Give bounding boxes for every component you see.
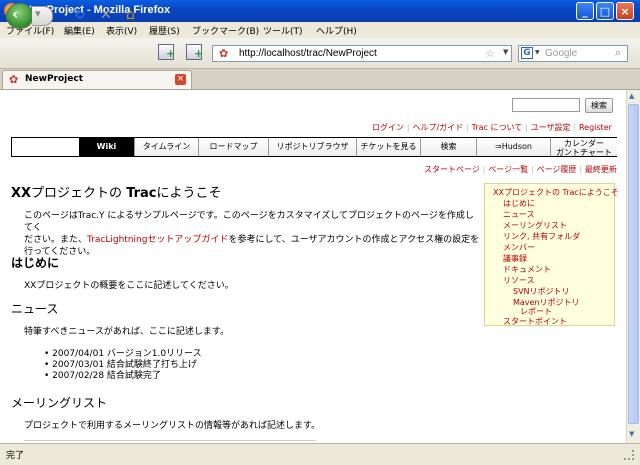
status-text: 完了 [6,451,25,461]
url-bar[interactable]: ✿ http://localhost/trac/NewProject ☆ ▼ [212,45,512,62]
nav-hudson[interactable]: ⇒Hudson [477,138,551,156]
toc-item[interactable]: ドキュメント [503,264,551,275]
toc-item[interactable]: はじめに [503,198,535,209]
metanav-help[interactable]: ヘルプ/ガイド [412,123,463,132]
back-arrow-icon: ‹ [12,5,19,23]
tab-label: NewProject [25,74,83,84]
back-button[interactable]: ‹ [6,3,34,29]
metanav-login[interactable]: ログイン [372,123,404,132]
wiki-toc: XXプロジェクトの Tracにようこそ はじめに ニュース メーリングリスト リ… [484,183,619,327]
main-nav: Wiki タイムライン ロードマップ リポジトリブラウザ チケットを見る 検索 … [11,137,617,157]
vertical-scrollbar[interactable]: ▲ ▼ [626,90,640,443]
close-button[interactable]: × [616,2,634,20]
page-title: XXプロジェクトの Tracにようこそ [11,186,222,201]
metanav: ログイン | ヘルプ/ガイド | Trac について | ユーザ設定 | Reg… [372,123,612,132]
scroll-down-icon[interactable]: ▼ [629,430,634,438]
bookmark-add-icon[interactable]: + [186,44,203,60]
menu-history[interactable]: 履歴(S) [149,24,180,37]
minimize-button[interactable]: _ [576,2,594,20]
search-placeholder: Google [545,48,578,59]
menu-view[interactable]: 表示(V) [106,24,137,37]
menu-bookmarks[interactable]: ブックマーク(B) [192,24,259,37]
list-item: • 2007/03/01 結合試験終了打ち上げ [44,360,197,370]
home-icon[interactable]: ⌂ [126,8,135,22]
forward-arrow-icon: ▾ [35,7,41,20]
toc-item[interactable]: リソース [503,275,535,286]
ctxnav-history[interactable]: ページ履歴 [537,165,577,174]
list-item: • 2007/02/28 結合試験完了 [44,371,161,381]
nav-roadmap[interactable]: ロードマップ [199,138,269,156]
nav-search[interactable]: 検索 [421,138,477,156]
toc-item[interactable]: ニュース [503,209,535,220]
ctxnav: スタートページ | ページ一覧 | ページ履歴 | 最終更新 [424,165,617,174]
status-bar: 完了 [0,443,640,465]
metanav-register[interactable]: Register [579,123,612,132]
toc-item[interactable]: リンク, 共有フォルダ [503,231,580,242]
toc-item[interactable]: メンバー [503,242,535,253]
tab-newproject[interactable]: ✿ NewProject × [2,70,192,89]
search-icon[interactable]: ⌕ [615,46,621,60]
trac-search-button[interactable]: 検索 [585,98,613,113]
bookmark-star-icon[interactable]: ☆ [485,47,495,60]
google-icon[interactable]: G [521,47,533,59]
search-bar[interactable]: G ▼ Google ⌕ [518,45,628,62]
nav-tickets[interactable]: チケットを見る [357,138,421,156]
forward-button[interactable]: ▾ [32,6,53,26]
menu-bar: ファイル(F) 編集(E) 表示(V) 履歴(S) ブックマーク(B) ツール(… [0,22,640,38]
tab-favicon-icon: ✿ [9,73,19,86]
heading-mailing-list: メーリングリスト [11,396,108,410]
site-favicon-icon: ✿ [219,47,229,60]
news-list: • 2007/04/01 バージョン1.0リリース • 2007/03/01 結… [44,349,202,382]
metanav-about[interactable]: Trac について [472,123,523,132]
nav-timeline[interactable]: タイムライン [135,138,199,156]
url-text: http://localhost/trac/NewProject [239,48,377,59]
ctxnav-last-change[interactable]: 最終更新 [585,165,617,174]
menu-edit[interactable]: 編集(E) [64,24,95,37]
new-tab-icon[interactable]: + [158,44,175,60]
toc-item[interactable]: XXプロジェクトの Tracにようこそ [493,187,619,198]
ctxnav-index[interactable]: ページ一覧 [488,165,528,174]
scroll-up-icon[interactable]: ▲ [629,92,634,100]
paragraph-mailing-list: プロジェクトで利用するメーリングリストの情報等があれば記述します。 [24,421,321,431]
nav-wiki[interactable]: Wiki [79,138,135,156]
metanav-prefs[interactable]: ユーザ設定 [531,123,571,132]
resize-grip-icon[interactable] [624,450,634,460]
intro-paragraph: このページはTrac.Y によるサンプルページです。このページをカスタマイズして… [24,211,480,257]
toc-item[interactable]: SVNリポジトリ [513,286,570,297]
heading-hajimeni: はじめに [11,256,60,270]
tab-close-icon[interactable]: × [175,74,186,85]
title-bar: NewProject - Mozilla Firefox _ □ × [0,0,640,22]
maximize-button[interactable]: □ [596,2,614,20]
menu-tools[interactable]: ツール(T) [263,24,303,37]
menu-help[interactable]: ヘルプ(H) [316,24,357,37]
setup-guide-link[interactable]: TracLightningセットアップガイド [87,235,228,245]
toc-item[interactable]: スタートポイント [503,316,567,327]
scrollbar-thumb[interactable] [628,104,639,424]
toc-item[interactable]: 議事録 [503,253,527,264]
stop-icon[interactable]: ✕ [100,8,112,22]
nav-browser[interactable]: リポジトリブラウザ [269,138,357,156]
paragraph-news: 特筆すべきニュースがあれば、ここに記述します。 [24,327,230,337]
search-engine-dropdown-icon[interactable]: ▼ [535,49,540,56]
paragraph-hajimeni: XXプロジェクトの概要をここに記述してください。 [24,281,234,291]
ctxnav-start[interactable]: スタートページ [424,165,480,174]
trac-search-input[interactable] [512,98,580,112]
heading-news: ニュース [11,302,59,316]
nav-calendar-gantt[interactable]: カレンダー ガントチャート [551,138,617,157]
dropdown-icon[interactable]: ▼ [503,48,508,56]
list-item: • 2007/04/01 バージョン1.0リリース [44,349,202,359]
reload-icon[interactable]: ↻ [74,8,86,22]
toc-item[interactable]: メーリングリスト [503,220,567,231]
